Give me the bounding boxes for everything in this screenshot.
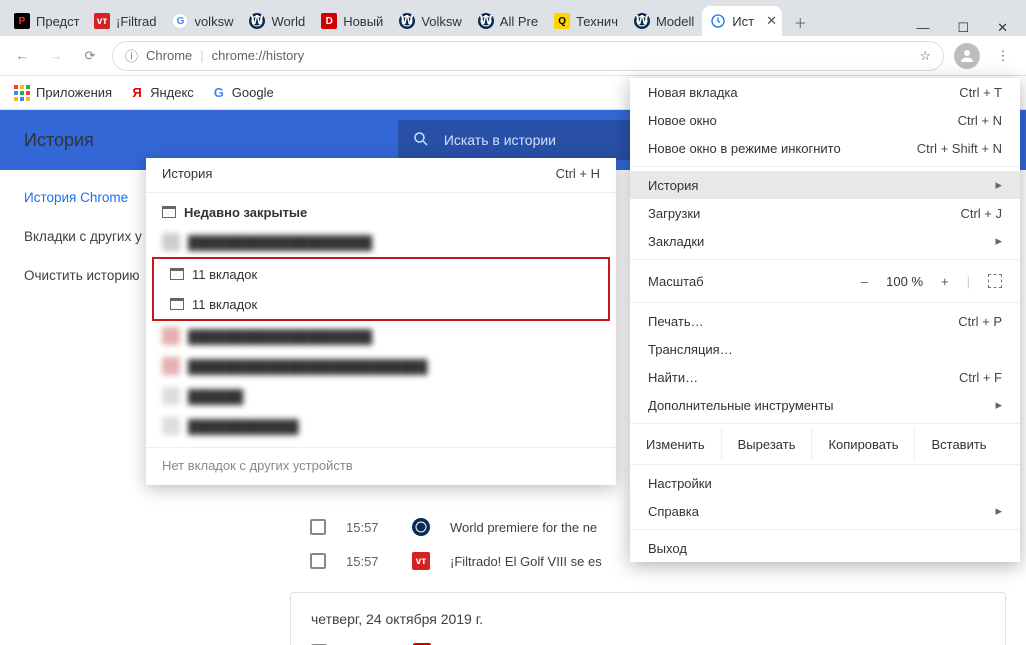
- page-title: История: [0, 130, 118, 151]
- submenu-item-blurred[interactable]: ██████: [146, 381, 616, 411]
- tab-2[interactable]: Gvolksw: [164, 6, 241, 36]
- tab-8[interactable]: WModell: [626, 6, 702, 36]
- menu-cast[interactable]: Трансляция…: [630, 335, 1020, 363]
- browser-window: PПредст vт¡Filtrad Gvolksw WWorld DНовый…: [0, 0, 1026, 645]
- entry-time: 15:57: [346, 520, 392, 535]
- menu-exit[interactable]: Выход: [630, 534, 1020, 562]
- menu-newwindow[interactable]: Новое окноCtrl + N: [630, 106, 1020, 134]
- maximize-button[interactable]: ☐: [957, 20, 969, 36]
- close-icon[interactable]: ✕: [760, 13, 782, 29]
- new-tab-button[interactable]: ＋: [786, 8, 814, 36]
- tab-0[interactable]: PПредст: [6, 6, 86, 36]
- submenu-item-blurred[interactable]: ████████████████████: [146, 321, 616, 351]
- submenu-tabs-group[interactable]: 11 вкладок: [154, 259, 608, 289]
- tab-active-history[interactable]: Ист✕: [702, 6, 782, 36]
- omnibox-url: chrome://history: [212, 48, 304, 63]
- highlighted-tabs-block: 11 вкладок 11 вкладок: [152, 257, 610, 321]
- menu-moretools[interactable]: Дополнительные инструменты▸: [630, 391, 1020, 419]
- menu-bookmarks[interactable]: Закладки▸: [630, 227, 1020, 255]
- tab-6[interactable]: WAll Pre: [470, 6, 546, 36]
- menu-zoom: Масштаб – 100 % + |: [630, 264, 1020, 298]
- reload-button[interactable]: ⟳: [78, 44, 102, 68]
- submenu-history[interactable]: ИсторияCtrl + H: [146, 158, 616, 188]
- menu-history[interactable]: История▸: [630, 171, 1020, 199]
- entry-checkbox[interactable]: [310, 553, 326, 569]
- omnibox[interactable]: ⓘ Chrome | chrome://history ☆: [112, 41, 944, 71]
- window-controls: — ☐ ✕: [916, 14, 1026, 36]
- menu-newtab[interactable]: Новая вкладкаCtrl + T: [630, 78, 1020, 106]
- back-button[interactable]: ←: [10, 44, 34, 68]
- chevron-right-icon: ▸: [995, 397, 1002, 413]
- menu-paste[interactable]: Вставить: [915, 428, 1002, 460]
- submenu-item-blurred[interactable]: ██████████████████████████: [146, 351, 616, 381]
- tab-4[interactable]: DНовый: [313, 6, 391, 36]
- window-icon: [170, 298, 184, 310]
- entry-time: 15:57: [346, 554, 392, 569]
- history-submenu: ИсторияCtrl + H Недавно закрытые ███████…: [146, 158, 616, 485]
- menu-incognito[interactable]: Новое окно в режиме инкогнитоCtrl + Shif…: [630, 134, 1020, 162]
- menu-edit-label: Изменить: [630, 428, 722, 460]
- zoom-out-button[interactable]: –: [861, 274, 868, 289]
- menu-find[interactable]: Найти…Ctrl + F: [630, 363, 1020, 391]
- omnibox-chip: Chrome: [146, 48, 192, 63]
- svg-text:W: W: [636, 15, 648, 27]
- favicon-icon: vт: [412, 552, 430, 570]
- menu-edit-row: Изменить Вырезать Копировать Вставить: [630, 428, 1020, 460]
- tab-7[interactable]: QТехнич: [546, 6, 626, 36]
- menu-copy[interactable]: Копировать: [812, 428, 915, 460]
- chevron-right-icon: ▸: [995, 233, 1002, 249]
- zoom-in-button[interactable]: +: [941, 274, 949, 289]
- svg-text:W: W: [401, 15, 413, 27]
- entry-checkbox[interactable]: [310, 519, 326, 535]
- minimize-button[interactable]: —: [916, 20, 929, 36]
- zoom-value: 100 %: [886, 274, 923, 289]
- menu-cut[interactable]: Вырезать: [722, 428, 813, 460]
- day-label: четверг, 24 октября 2019 г.: [291, 607, 1005, 635]
- tab-strip: PПредст vт¡Filtrad Gvolksw WWorld DНовый…: [0, 0, 1026, 36]
- submenu-item-blurred[interactable]: ████████████████████: [146, 227, 616, 257]
- site-info-icon[interactable]: ⓘ: [125, 46, 138, 65]
- window-icon: [162, 206, 176, 218]
- menu-downloads[interactable]: ЗагрузкиCtrl + J: [630, 199, 1020, 227]
- window-icon: [170, 268, 184, 280]
- search-icon: [412, 130, 430, 151]
- bookmark-yandex[interactable]: ЯЯндекс: [130, 85, 194, 100]
- chevron-right-icon: ▸: [995, 503, 1002, 519]
- tab-1[interactable]: vт¡Filtrad: [86, 6, 164, 36]
- svg-text:W: W: [480, 15, 492, 27]
- fullscreen-icon[interactable]: [988, 274, 1002, 288]
- submenu-item-blurred[interactable]: ████████████: [146, 411, 616, 441]
- menu-settings[interactable]: Настройки: [630, 469, 1020, 497]
- forward-button[interactable]: →: [44, 44, 68, 68]
- apps-shortcut[interactable]: Приложения: [14, 85, 112, 101]
- close-button[interactable]: ✕: [997, 20, 1008, 36]
- menu-help[interactable]: Справка▸: [630, 497, 1020, 525]
- favicon-icon: [412, 518, 430, 536]
- submenu-tabs-group[interactable]: 11 вкладок: [154, 289, 608, 319]
- bookmark-google[interactable]: GGoogle: [212, 85, 274, 100]
- tab-3[interactable]: WWorld: [241, 6, 313, 36]
- menu-button[interactable]: ⋮: [990, 43, 1016, 69]
- chrome-menu: Новая вкладкаCtrl + T Новое окноCtrl + N…: [630, 78, 1020, 562]
- bookmark-star-icon[interactable]: ☆: [919, 48, 931, 64]
- history-icon: [710, 13, 726, 29]
- svg-text:W: W: [251, 15, 263, 27]
- toolbar: ← → ⟳ ⓘ Chrome | chrome://history ☆ ⋮: [0, 36, 1026, 76]
- chevron-right-icon: ▸: [995, 177, 1002, 193]
- tab-5[interactable]: WVolksw: [391, 6, 469, 36]
- history-day-card: четверг, 24 октября 2019 г. 23:32 D Новы…: [290, 592, 1006, 645]
- menu-print[interactable]: Печать…Ctrl + P: [630, 307, 1020, 335]
- submenu-footer: Нет вкладок с других устройств: [146, 447, 616, 475]
- submenu-recent-header: Недавно закрытые: [146, 197, 616, 227]
- profile-avatar[interactable]: [954, 43, 980, 69]
- history-entry[interactable]: 23:32 D Новый Volkswagen Golf с головой …: [291, 635, 1005, 645]
